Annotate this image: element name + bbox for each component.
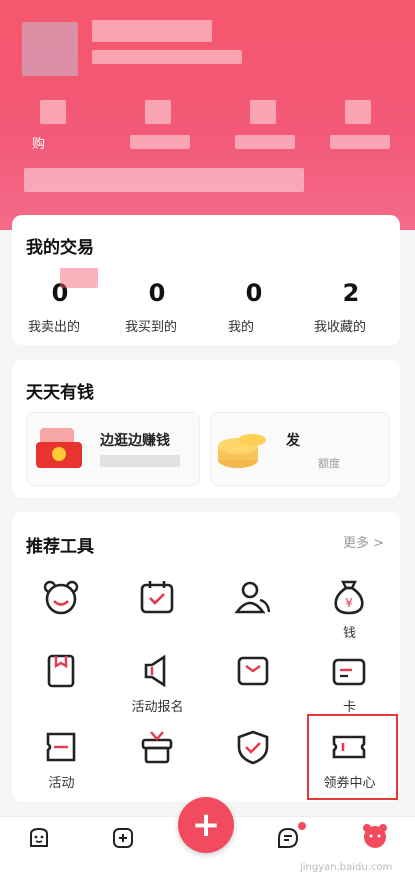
plus-icon: + <box>191 805 221 845</box>
txn-label-bought: 我买到的 <box>125 320 178 335</box>
tool-shield[interactable] <box>206 728 301 798</box>
red-envelope-icon <box>34 424 86 470</box>
tool-label: 钱 <box>342 626 356 641</box>
speaker-icon <box>144 654 166 688</box>
earn-item-issue-title: 发 <box>286 433 300 449</box>
card-icon <box>332 658 366 686</box>
tool-people[interactable] <box>206 578 301 648</box>
bookmark-icon <box>47 654 75 688</box>
stat-blur-4 <box>345 100 371 124</box>
publish-button[interactable]: + <box>178 797 234 853</box>
smiley-icon[interactable] <box>27 826 51 850</box>
gold-coins-icon <box>216 420 276 472</box>
tools-title: 推荐工具 <box>26 537 94 557</box>
bear-avatar-icon[interactable] <box>361 822 389 850</box>
message-badge <box>298 822 306 830</box>
avatar-blur[interactable] <box>22 22 78 76</box>
stat-label-blur-2 <box>130 135 190 149</box>
people-icon <box>234 581 271 614</box>
txn-label-other: 我的 <box>228 320 255 335</box>
svg-text:¥: ¥ <box>345 596 353 610</box>
txn-label-fav: 我收藏的 <box>314 320 367 335</box>
userinfo-blur <box>92 50 242 64</box>
txn-count-bought[interactable]: 0 <box>142 279 172 307</box>
tool-label: 活动 <box>48 776 75 791</box>
message-icon[interactable] <box>276 826 300 850</box>
tool-envelope[interactable] <box>206 652 301 722</box>
earn-title: 天天有钱 <box>26 383 94 403</box>
tool-bookmark[interactable] <box>14 652 109 722</box>
header-buy-label: 购 <box>32 137 46 152</box>
earn-item-browse-title: 边逛边赚钱 <box>100 433 170 449</box>
stat-blur-2 <box>145 100 171 124</box>
tool-activity[interactable]: 活动 <box>14 728 109 798</box>
ticket-frame-icon <box>46 732 76 762</box>
stat-blur-3 <box>250 100 276 124</box>
bear-face-icon <box>43 580 79 615</box>
member-banner-blur[interactable] <box>24 168 304 192</box>
coupon-center-highlight <box>307 714 398 800</box>
txn-badge-blur <box>60 268 98 288</box>
txn-label-sold: 我卖出的 <box>28 320 81 335</box>
txn-count-fav[interactable]: 2 <box>336 279 366 307</box>
shield-check-icon <box>237 730 269 765</box>
envelope-icon <box>237 656 269 686</box>
earn-item-issue-sub: 额度 <box>318 457 340 470</box>
tool-bear[interactable] <box>14 578 109 648</box>
txn-count-other[interactable]: 0 <box>239 279 269 307</box>
stat-blur-1 <box>40 100 66 124</box>
money-bag-icon: ¥ <box>334 580 364 615</box>
transactions-title: 我的交易 <box>26 238 94 258</box>
stat-label-blur-4 <box>330 135 390 149</box>
tool-label: 活动报名 <box>131 700 184 715</box>
tool-card[interactable]: 卡 <box>302 652 397 722</box>
tool-speaker[interactable]: 活动报名 <box>110 652 205 722</box>
calendar-check-icon <box>140 581 174 614</box>
tool-gift[interactable] <box>110 728 205 798</box>
add-square-icon[interactable] <box>111 826 135 850</box>
watermark: jingyan.baidu.com <box>300 862 393 873</box>
tools-more-link[interactable]: 更多 > <box>343 532 384 551</box>
tool-money[interactable]: ¥ 钱 <box>302 578 397 648</box>
gift-box-icon <box>141 731 173 764</box>
tool-calendar[interactable] <box>110 578 205 648</box>
profile-header: 购 <box>0 0 415 230</box>
earn-item-browse-sub-blur <box>100 455 180 467</box>
tool-label: 卡 <box>342 700 356 715</box>
username-blur <box>92 20 212 42</box>
stat-label-blur-3 <box>235 135 295 149</box>
